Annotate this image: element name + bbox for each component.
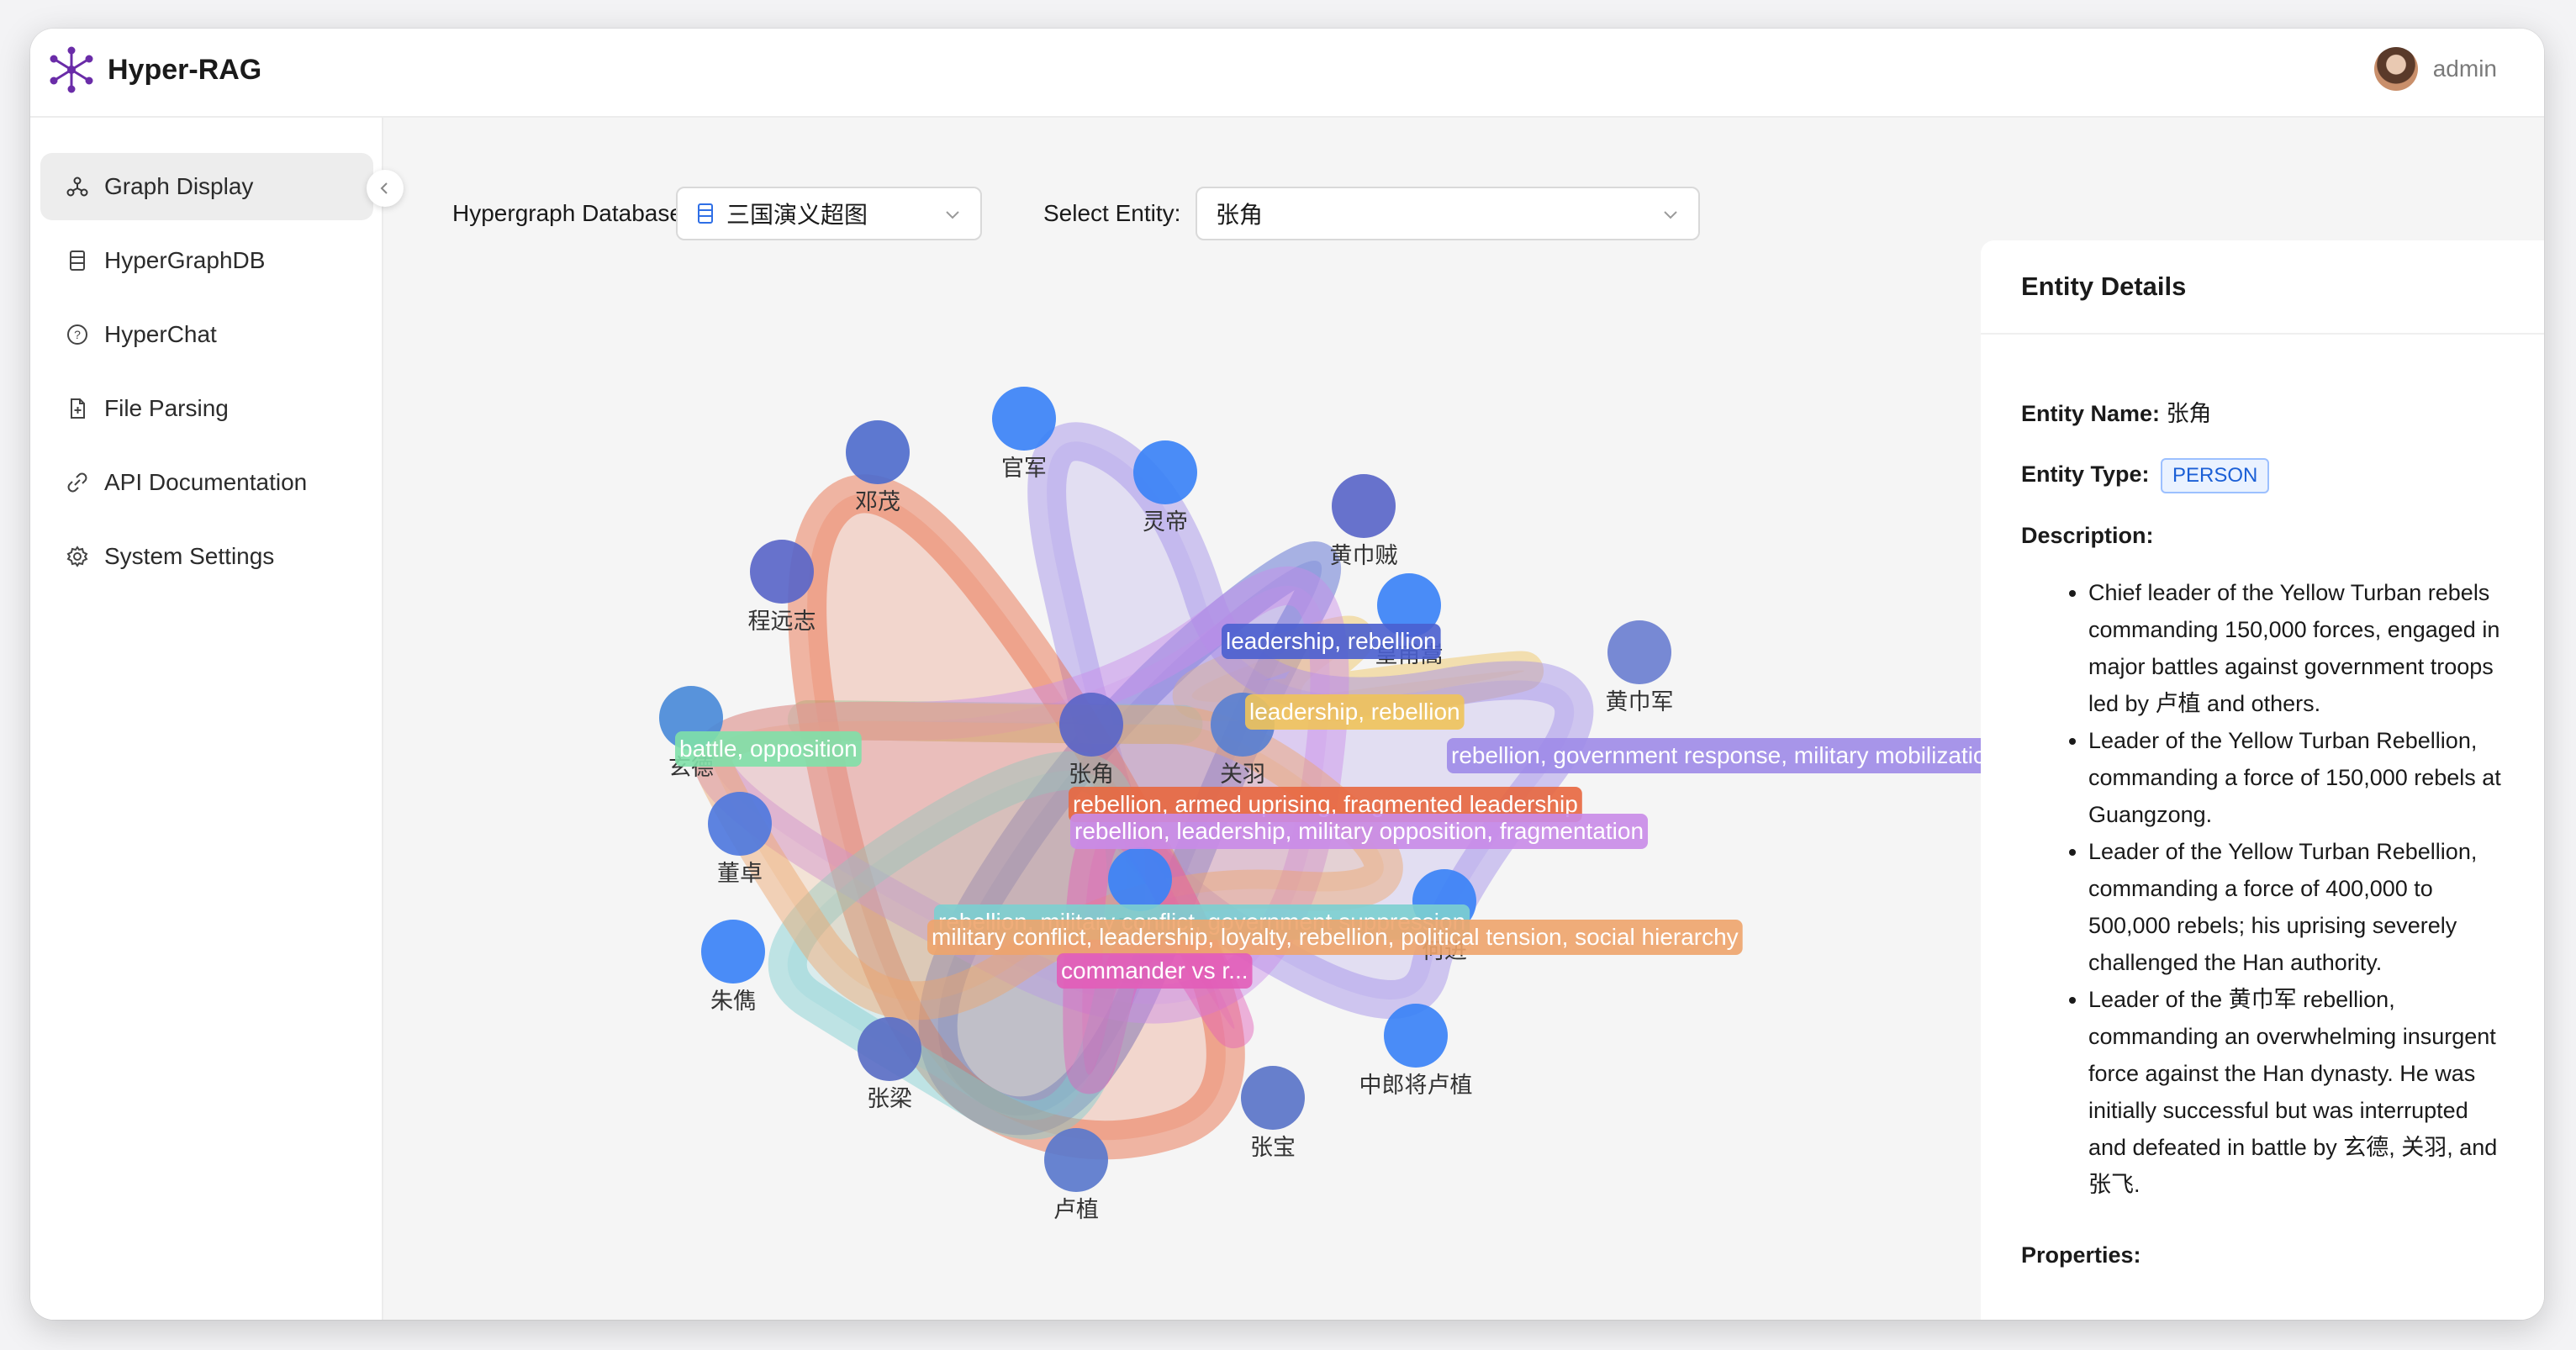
graph-node[interactable]	[1607, 620, 1671, 684]
graph-node-label: 灵帝	[1143, 509, 1188, 535]
entity-name-row: Entity Name: 张角	[2021, 395, 2504, 432]
graph-node-label: 关羽	[1220, 762, 1265, 788]
entity-details-title: Entity Details	[1981, 240, 2544, 335]
graph-node[interactable]	[992, 387, 1056, 451]
database-label: Hypergraph Database:	[452, 200, 689, 226]
entity-name-key: Entity Name:	[2021, 401, 2161, 426]
app-title: Hyper-RAG	[108, 54, 262, 86]
entity-type-key: Entity Type:	[2021, 461, 2150, 487]
hyperedge-label-text: rebellion, leadership, military oppositi…	[1074, 818, 1644, 844]
description-item: Leader of the 黄巾军 rebellion, commanding …	[2088, 981, 2504, 1203]
hyperedge-label-text: battle, opposition	[679, 736, 858, 762]
database-icon	[698, 203, 713, 224]
graph-node[interactable]	[846, 420, 910, 484]
sidebar-item-api-documentation[interactable]: API Documentation	[40, 449, 373, 516]
chevron-down-icon	[946, 211, 959, 219]
gear-icon	[66, 546, 88, 567]
entity-details-panel: Entity Details Entity Name: 张角 Entity Ty…	[1981, 240, 2544, 1320]
graph-node[interactable]	[1384, 1004, 1448, 1068]
graph-nodes-icon	[66, 177, 88, 197]
sidebar-item-label: Graph Display	[104, 173, 254, 199]
description-item: Leader of the Yellow Turban Rebellion, c…	[2088, 833, 2504, 981]
sidebar-item-hypergraphdb[interactable]: HyperGraphDB	[40, 227, 373, 294]
graph-node[interactable]	[1332, 474, 1396, 538]
graph-node-label: 黄巾贼	[1330, 543, 1398, 569]
hyperedge-label-text: military conflict, leadership, loyalty, …	[932, 924, 1739, 950]
hyperedge-label-text: commander vs r...	[1061, 957, 1248, 983]
sidebar-item-label: File Parsing	[104, 395, 229, 421]
sidebar-item-hyperchat[interactable]: ? HyperChat	[40, 301, 373, 368]
main-area: 官军灵帝邓茂黄巾贼程远志皇甫嵩黄巾军玄德张角关羽董卓张飞何进朱儁中郎将卢植张梁张…	[383, 118, 2544, 1320]
graph-node[interactable]	[750, 540, 814, 604]
entity-select-value: 张角	[1216, 202, 1264, 228]
chevron-left-icon	[380, 182, 388, 194]
description-list: Chief leader of the Yellow Turban rebels…	[2021, 574, 2504, 1203]
question-circle-icon: ?	[67, 324, 87, 345]
graph-node-label: 张宝	[1250, 1135, 1296, 1161]
svg-text:?: ?	[74, 328, 81, 341]
graph-node-label: 张梁	[867, 1086, 912, 1112]
entity-name-value: 张角	[2166, 401, 2212, 426]
graph-node[interactable]	[1059, 693, 1123, 757]
sidebar-item-label: API Documentation	[104, 469, 308, 495]
graph-node-label: 张角	[1069, 762, 1114, 788]
graph-node-label: 黄巾军	[1606, 689, 1674, 715]
hyper-rag-logo-icon[interactable]	[47, 45, 96, 94]
description-row: Description: Chief leader of the Yellow …	[2021, 517, 2504, 1203]
graph-node[interactable]	[708, 792, 772, 856]
hyperedge-label-text: leadership, rebellion	[1226, 628, 1437, 654]
avatar[interactable]	[2373, 47, 2418, 91]
database-select-value: 三国演义超图	[726, 202, 868, 228]
sidebar-item-label: HyperGraphDB	[104, 247, 266, 273]
sidebar-item-label: System Settings	[104, 543, 275, 569]
chevron-down-icon	[1664, 211, 1677, 219]
entity-type-badge: PERSON	[2161, 458, 2270, 493]
graph-node-label: 卢植	[1053, 1197, 1099, 1223]
graph-node[interactable]	[1133, 440, 1197, 504]
graph-node-label: 中郎将卢植	[1359, 1073, 1473, 1099]
sidebar-collapse-button[interactable]	[367, 170, 404, 207]
description-key: Description:	[2021, 523, 2154, 548]
properties-key: Properties:	[2021, 1242, 2141, 1268]
file-icon	[71, 398, 85, 419]
api-link-icon	[67, 472, 87, 493]
database-icon	[70, 250, 85, 271]
graph-node-label: 邓茂	[855, 489, 900, 515]
hyperedge-label-text: rebellion, armed uprising, fragmented le…	[1073, 791, 1578, 817]
graph-node[interactable]	[1108, 847, 1172, 911]
graph-node-label: 官军	[1001, 456, 1047, 482]
graph-node-label: 朱儁	[710, 989, 756, 1015]
graph-node-label: 董卓	[717, 861, 763, 887]
graph-node[interactable]	[701, 920, 765, 983]
sidebar-item-system-settings[interactable]: System Settings	[40, 523, 373, 590]
entity-label: Select Entity:	[1043, 200, 1181, 226]
graph-node[interactable]	[1241, 1066, 1305, 1130]
description-item: Chief leader of the Yellow Turban rebels…	[2088, 574, 2504, 722]
entity-select[interactable]: 张角	[1196, 187, 1700, 240]
sidebar-item-file-parsing[interactable]: File Parsing	[40, 375, 373, 442]
user-menu[interactable]: admin	[2373, 47, 2497, 91]
top-bar: Hyper-RAG admin	[30, 29, 2544, 118]
database-select[interactable]: 三国演义超图	[676, 187, 982, 240]
sidebar-item-graph-display[interactable]: Graph Display	[40, 153, 373, 220]
graph-node[interactable]	[1044, 1128, 1108, 1192]
description-item: Leader of the Yellow Turban Rebellion, c…	[2088, 722, 2504, 833]
entity-type-row: Entity Type: PERSON	[2021, 456, 2504, 493]
hyperedge-label-text: leadership, rebellion	[1249, 699, 1460, 725]
user-name[interactable]: admin	[2433, 55, 2497, 82]
graph-node-label: 程远志	[748, 609, 816, 635]
graph-node[interactable]	[858, 1017, 921, 1081]
app-window: Hyper-RAG admin Graph Display HyperGraph…	[30, 29, 2544, 1320]
sidebar: Graph Display HyperGraphDB ? HyperChat F…	[30, 118, 383, 1320]
sidebar-item-label: HyperChat	[104, 321, 217, 347]
